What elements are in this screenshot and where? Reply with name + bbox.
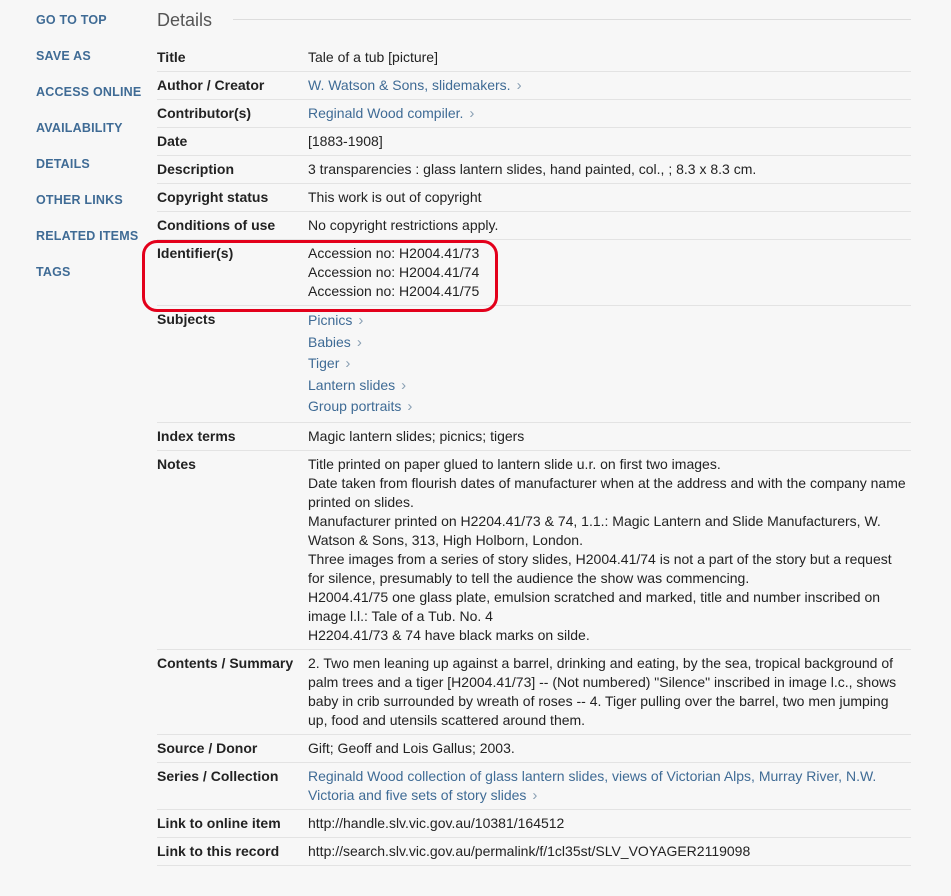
row-notes: Notes Title printed on paper glued to la… (157, 451, 911, 650)
chevron-right-icon: › (516, 77, 522, 94)
row-author: Author / Creator W. Watson & Sons, slide… (157, 72, 911, 100)
row-value: Accession no: H2004.41/73 Accession no: … (308, 244, 911, 301)
nav-details[interactable]: DETAILS (36, 157, 146, 193)
row-value: 3 transparencies : glass lantern slides,… (308, 161, 757, 177)
row-identifiers: Identifier(s) Accession no: H2004.41/73 … (157, 240, 911, 306)
row-label: Identifier(s) (157, 245, 234, 261)
row-value: Magic lantern slides; picnics; tigers (308, 427, 525, 444)
row-value: Gift; Geoff and Lois Gallus; 2003. (308, 739, 515, 756)
row-value: Title printed on paper glued to lantern … (308, 455, 911, 645)
row-value[interactable]: http://search.slv.vic.gov.au/permalink/f… (308, 842, 911, 861)
note-item: Date taken from flourish dates of manufa… (308, 474, 906, 510)
nav-other-links[interactable]: OTHER LINKS (36, 193, 146, 229)
row-label: Contents / Summary (157, 654, 294, 671)
row-label: Source / Donor (157, 739, 258, 756)
heading-divider (233, 19, 911, 20)
row-label: Subjects (157, 311, 216, 327)
chevron-right-icon: › (358, 312, 364, 329)
subject-link[interactable]: Picnics (308, 312, 352, 328)
note-item: Title printed on paper glued to lantern … (308, 455, 721, 472)
nav-related-items[interactable]: RELATED ITEMS (36, 229, 146, 265)
row-label: Contributor(s) (157, 105, 252, 121)
row-label: Notes (157, 455, 196, 472)
row-value: This work is out of copyright (308, 189, 482, 205)
nav-go-to-top[interactable]: GO TO TOP (36, 13, 146, 49)
row-conditions: Conditions of use No copyright restricti… (157, 212, 911, 240)
row-value: Reginald Wood collection of glass lanter… (308, 767, 911, 805)
chevron-right-icon: › (532, 786, 538, 804)
row-series: Series / Collection Reginald Wood collec… (157, 763, 911, 810)
row-value: Picnics › Babies › Tiger › Lantern slides › … (308, 310, 911, 418)
chevron-right-icon: › (469, 105, 475, 122)
row-label: Description (157, 161, 235, 177)
chevron-right-icon: › (401, 376, 407, 394)
row-value[interactable]: http://handle.slv.vic.gov.au/10381/16451… (308, 814, 911, 833)
author-link[interactable]: W. Watson & Sons, slidemakers. (308, 77, 511, 93)
details-section: Details Title Tale of a tub [picture] Au… (157, 0, 911, 866)
row-contents: Contents / Summary 2. Two men leaning up… (157, 650, 911, 735)
row-source: Source / Donor Gift; Geoff and Lois Gall… (157, 735, 911, 763)
row-value: 2. Two men leaning up against a barrel, … (308, 654, 897, 728)
chevron-right-icon: › (356, 333, 362, 351)
row-value: No copyright restrictions apply. (308, 217, 499, 233)
row-value: W. Watson & Sons, slidemakers. › (308, 76, 911, 95)
row-label: Date (157, 133, 188, 149)
subject-link[interactable]: Group portraits (308, 398, 401, 414)
note-item: H2004.41/75 one glass plate, emulsion sc… (308, 588, 881, 624)
chevron-right-icon: › (407, 398, 413, 415)
row-label: Conditions of use (157, 217, 276, 233)
row-index-terms: Index terms Magic lantern slides; picnic… (157, 423, 911, 451)
row-value: [1883-1908] (308, 133, 383, 149)
nav-tags[interactable]: TAGS (36, 265, 146, 301)
row-copyright: Copyright status This work is out of cop… (157, 184, 911, 212)
contributor-link[interactable]: Reginald Wood compiler. (308, 105, 463, 121)
subject-link[interactable]: Babies (308, 334, 351, 350)
identifier-item: Accession no: H2004.41/74 (308, 264, 480, 280)
row-label: Index terms (157, 427, 236, 444)
details-header: Details (157, 0, 911, 44)
row-value: Tale of a tub [picture] (308, 49, 438, 65)
row-value: Reginald Wood compiler. › (308, 104, 911, 123)
row-label: Series / Collection (157, 767, 279, 784)
subject-link[interactable]: Tiger (308, 355, 339, 371)
row-subjects: Subjects Picnics › Babies › Tiger › Lantern… (157, 306, 911, 423)
row-online-item: Link to online item http://handle.slv.vi… (157, 810, 911, 838)
series-link[interactable]: Reginald Wood collection of glass lanter… (308, 768, 876, 803)
row-label: Link to this record (157, 842, 280, 859)
row-title: Title Tale of a tub [picture] (157, 44, 911, 72)
note-item: Manufacturer printed on H2204.41/73 & 74… (308, 512, 881, 548)
row-description: Description 3 transparencies : glass lan… (157, 156, 911, 184)
identifier-item: Accession no: H2004.41/75 (308, 283, 480, 299)
chevron-right-icon: › (345, 355, 351, 372)
row-label: Author / Creator (157, 77, 265, 93)
row-label: Link to online item (157, 814, 281, 831)
note-item: Three images from a series of story slid… (308, 550, 892, 586)
identifier-item: Accession no: H2004.41/73 (308, 245, 480, 261)
row-label: Copyright status (157, 189, 269, 205)
nav-access-online[interactable]: ACCESS ONLINE (36, 85, 146, 121)
section-nav: GO TO TOP SAVE AS ACCESS ONLINE AVAILABI… (36, 13, 146, 301)
row-date: Date [1883-1908] (157, 128, 911, 156)
row-record-link: Link to this record http://search.slv.vi… (157, 838, 911, 866)
note-item: H2204.41/73 & 74 have black marks on sil… (308, 626, 590, 643)
nav-availability[interactable]: AVAILABILITY (36, 121, 146, 157)
nav-save-as[interactable]: SAVE AS (36, 49, 146, 85)
details-heading: Details (157, 10, 213, 30)
row-contributor: Contributor(s) Reginald Wood compiler. › (157, 100, 911, 128)
subject-link[interactable]: Lantern slides (308, 377, 395, 393)
row-label: Title (157, 49, 186, 65)
